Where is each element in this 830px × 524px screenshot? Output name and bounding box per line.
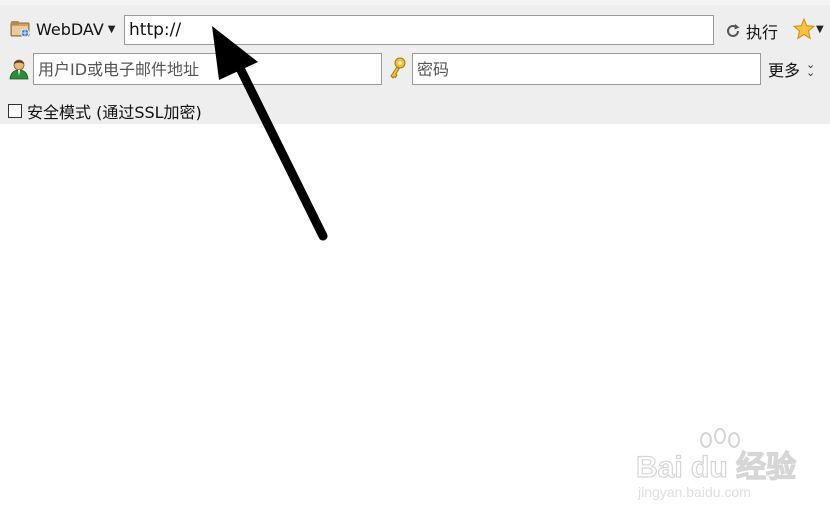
folder-network-icon [10,21,30,38]
baidu-jingyan-watermark: Bai du 经验 jingyan.baidu.com [632,428,797,512]
secure-mode-option: 安全模式 (通过SSL加密) [8,99,202,123]
watermark-brand: Bai du 经验 [635,450,797,484]
password-input[interactable] [412,53,761,85]
favorites-dropdown[interactable]: ▼ [793,18,824,40]
secure-mode-label[interactable]: 安全模式 (通过SSL加密) [27,99,202,123]
execute-button[interactable]: 执行 [725,17,778,45]
user-icon [9,59,29,80]
user-id-input[interactable] [33,53,382,85]
star-icon [793,18,815,40]
chevron-down-icon: ▼ [816,23,824,35]
execute-label: 执行 [746,23,779,42]
more-options-button[interactable]: 更多 ⌄ ⌄ [768,57,815,81]
refresh-icon [727,24,740,37]
key-icon [390,57,406,79]
secure-mode-checkbox[interactable] [8,104,22,118]
url-input[interactable] [124,15,714,45]
connection-toolbar: WebDAV ▼ 执行 ▼ [0,5,830,124]
chevron-down-icon: ▼ [107,23,116,35]
protocol-dropdown[interactable]: WebDAV ▼ [10,15,116,43]
watermark-url: jingyan.baidu.com [638,484,751,500]
double-chevron-down-icon: ⌄ ⌄ [806,58,816,79]
protocol-label: WebDAV [36,19,104,39]
more-label: 更多 [768,61,801,80]
page: WebDAV ▼ 执行 ▼ [0,0,830,524]
